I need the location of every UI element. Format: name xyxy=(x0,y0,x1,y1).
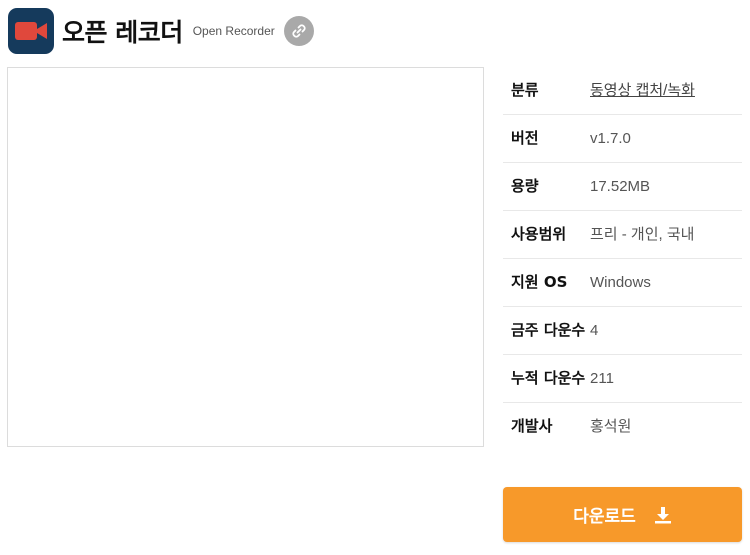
link-button[interactable] xyxy=(283,16,314,46)
info-value: v1.7.0 xyxy=(590,130,631,147)
info-label: 분류 xyxy=(511,81,539,99)
info-row-weekly-downloads: 금주 다운수 4 xyxy=(503,307,742,355)
info-row-license: 사용범위 프리 - 개인, 국내 xyxy=(503,211,742,259)
info-label: 개발사 xyxy=(511,417,553,435)
info-label: 지원 OS xyxy=(511,273,568,291)
app-icon xyxy=(8,8,54,54)
app-title: 오픈 레코더 xyxy=(62,18,183,47)
info-value: 17.52MB xyxy=(590,178,651,195)
info-label: 사용범위 xyxy=(511,225,567,243)
info-label: 용량 xyxy=(511,177,539,195)
info-row-total-downloads: 누적 다운수 211 xyxy=(503,355,742,403)
info-row-developer: 개발사 홍석원 xyxy=(503,403,742,450)
screenshot-preview xyxy=(7,67,484,447)
download-button[interactable]: 다운로드 xyxy=(503,487,742,542)
download-icon xyxy=(654,506,672,524)
info-value: 211 xyxy=(590,370,614,387)
app-subtitle: Open Recorder xyxy=(192,24,275,38)
video-camera-icon xyxy=(15,22,47,40)
info-value: 4 xyxy=(590,322,599,339)
link-icon xyxy=(292,24,306,38)
info-row-version: 버전 v1.7.0 xyxy=(503,115,742,163)
info-label: 버전 xyxy=(511,129,539,147)
info-value: 홍석원 xyxy=(590,418,632,435)
info-value: Windows xyxy=(590,274,651,291)
category-link[interactable]: 동영상 캡처/녹화 xyxy=(590,79,695,102)
info-table: 분류 동영상 캡처/녹화 버전 v1.7.0 용량 17.52MB 사용범위 프… xyxy=(503,67,742,450)
info-row-os: 지원 OS Windows xyxy=(503,259,742,307)
info-label: 금주 다운수 xyxy=(511,321,586,339)
info-value: 프리 - 개인, 국내 xyxy=(590,226,695,243)
info-label: 누적 다운수 xyxy=(511,369,586,387)
app-header: 오픈 레코더 Open Recorder xyxy=(8,8,742,54)
info-row-category: 분류 동영상 캡처/녹화 xyxy=(503,67,742,115)
download-label: 다운로드 xyxy=(573,507,636,527)
info-row-size: 용량 17.52MB xyxy=(503,163,742,211)
